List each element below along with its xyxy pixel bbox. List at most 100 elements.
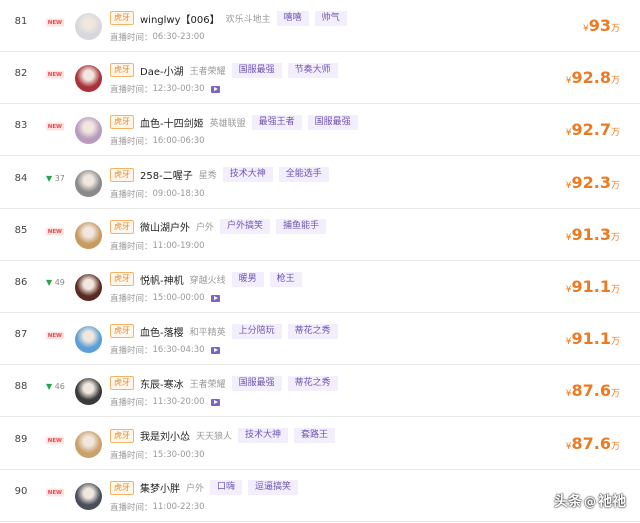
rank-number: 82 [14,68,28,80]
streamer-tag: 蒂花之秀 [287,375,338,391]
new-badge: NEW [46,436,64,445]
avatar[interactable] [75,274,102,301]
gift-unit: 万 [610,285,620,295]
ranking-row[interactable]: 88 ▼ 46 虎牙 东辰-寒冰 王者荣耀 国服最强 蒂花之秀 直播时间： 11:30-20:0… [0,365,640,418]
streamer-info: 虎牙 东辰-寒冰 王者荣耀 国服最强 蒂花之秀 [110,375,344,391]
ranking-row[interactable]: 87 NEW 虎牙 血色-落樱 和平精英 上分陪玩 蒂花之秀 直播时间： 16:30-04:30… [0,313,640,366]
stream-time: 直播时间： 15:00-00:00 [110,292,220,304]
ranking-row[interactable]: 86 ▼ 49 虎牙 悦帆-神机 穿越火线 暖男 枪王 直播时间： 15:00-00:00 ¥91… [0,261,640,313]
streamer-name[interactable]: 集梦小胖 [140,480,180,495]
gift-value: ¥92.3万 [566,173,620,192]
rank-trend: NEW [46,434,72,446]
stream-time-label: 直播时间： [110,189,153,200]
video-icon[interactable] [210,294,220,302]
down-arrow-icon: ▼ [46,382,53,392]
ranking-row[interactable]: 85 NEW 虎牙 微山湖户外 户外 户外搞笑 捕鱼能手 直播时间： 11:00-19:00 ¥9… [0,209,640,261]
stream-time-value: 12:30-00:30 [152,84,205,95]
streamer-tag: 上分陪玩 [231,323,282,339]
streamer-tag: 逗逼搞笑 [248,480,299,496]
streamer-tag: 嘻嘻 [276,10,309,26]
avatar[interactable] [75,65,102,93]
new-badge: NEW [46,122,64,131]
streamer-info: 虎牙 我是刘小怂 天天狼人 技术大神 套路王 [110,428,341,444]
game-category: 户外 [196,223,215,234]
rank-number: 89 [14,433,28,445]
gift-amount: 93 [588,16,611,35]
gift-unit: 万 [610,232,620,243]
streamer-tag: 暖男 [231,271,264,287]
platform-badge: 虎牙 [110,11,134,25]
platform-badge: 虎牙 [110,272,134,286]
video-icon[interactable] [210,398,220,406]
gift-unit: 万 [610,337,620,348]
video-icon[interactable] [210,346,220,354]
stream-time-label: 直播时间： [110,137,153,148]
platform-badge: 虎牙 [110,376,134,391]
avatar[interactable] [75,169,102,197]
streamer-name[interactable]: 微山湖户外 [140,219,190,234]
ranking-row[interactable]: 84 ▼ 37 虎牙 258-二喔子 星秀 技术大神 全能选手 直播时间： 09:00-18:3… [0,157,640,209]
streamer-info: 虎牙 258-二喔子 星秀 技术大神 全能选手 [110,167,335,183]
gift-unit: 万 [610,180,620,191]
rank-trend: NEW [46,16,72,28]
avatar[interactable] [75,326,102,354]
avatar[interactable] [75,117,102,145]
rank-down-indicator: ▼ 46 [46,382,65,391]
stream-time-label: 直播时间： [110,241,153,252]
game-category: 户外 [186,484,205,495]
stream-time-label: 直播时间： [110,85,153,96]
platform-badge: 虎牙 [110,219,134,234]
rank-trend: NEW [46,486,72,498]
streamer-name[interactable]: 我是刘小怂 [140,428,190,443]
rank-change-value: 37 [54,173,65,183]
streamer-tag: 口嗨 [210,480,243,496]
platform-badge: 虎牙 [110,63,134,78]
streamer-name[interactable]: 悦帆-神机 [140,272,184,287]
stream-time-value: 16:30-04:30 [152,345,205,356]
gift-unit: 万 [610,24,620,34]
avatar[interactable] [75,482,102,510]
streamer-name[interactable]: winglwy【006】 [140,11,220,26]
avatar[interactable] [75,378,102,406]
avatar[interactable] [75,221,102,249]
video-icon[interactable] [210,85,220,93]
streamer-name[interactable]: 258-二喔子 [140,167,193,182]
gift-amount: 92.8 [571,68,611,88]
streamer-name[interactable]: 东辰-寒冰 [140,376,184,391]
streamer-tag: 蒂花之秀 [287,323,338,339]
new-badge: NEW [46,488,64,497]
ranking-row[interactable]: 89 NEW 虎牙 我是刘小怂 天天狼人 技术大神 套路王 直播时间： 15:30-00:30 ¥… [0,418,640,470]
platform-badge: 虎牙 [110,115,134,130]
gift-value: ¥93万 [583,16,620,35]
watermark-prefix: 头条 [554,494,582,510]
rank-trend: ▼ 46 [46,381,72,393]
gift-value: ¥91.1万 [566,277,620,296]
stream-time-label: 直播时间： [110,33,153,43]
gift-value: ¥87.6万 [566,381,620,400]
streamer-name[interactable]: Dae-小湖 [140,63,184,78]
watermark-at: @ [584,495,596,509]
rank-number: 87 [14,329,28,341]
game-category: 穿越火线 [189,275,226,286]
streamer-name[interactable]: 血色-十四剑姬 [140,115,204,130]
gift-unit: 万 [610,389,620,400]
rank-change-value: 49 [54,278,65,287]
stream-time: 直播时间： 11:00-19:00 [110,240,205,252]
platform-badge: 虎牙 [110,324,134,339]
stream-time-value: 11:30-20:00 [152,397,205,408]
ranking-row[interactable]: 90 NEW 虎牙 集梦小胖 户外 口嗨 逗逼搞笑 直播时间： 11:00-22:30 [0,470,640,522]
stream-time-value: 15:30-00:30 [152,449,205,460]
stream-time: 直播时间： 06:30-23:00 [110,31,205,43]
avatar[interactable] [75,13,102,40]
rank-down-indicator: ▼ 49 [46,278,65,287]
streamer-name[interactable]: 血色-落樱 [140,324,184,339]
gift-value: ¥92.8万 [566,68,620,87]
new-badge: NEW [46,70,64,79]
stream-time-value: 09:00-18:30 [152,188,205,199]
ranking-row[interactable]: 83 NEW 虎牙 血色-十四剑姬 英雄联盟 最强王者 国服最强 直播时间： 16:00-06:… [0,104,640,157]
ranking-row[interactable]: 81 NEW 虎牙 winglwy【006】 欢乐斗地主 嘻嘻 帅气 直播时间： 06:30-2… [0,0,640,52]
game-category: 王者荣耀 [189,379,226,390]
ranking-row[interactable]: 82 NEW 虎牙 Dae-小湖 王者荣耀 国服最强 节奏大师 直播时间： 12:30-00:3… [0,52,640,105]
avatar[interactable] [75,430,102,458]
gift-amount: 87.6 [571,381,611,401]
